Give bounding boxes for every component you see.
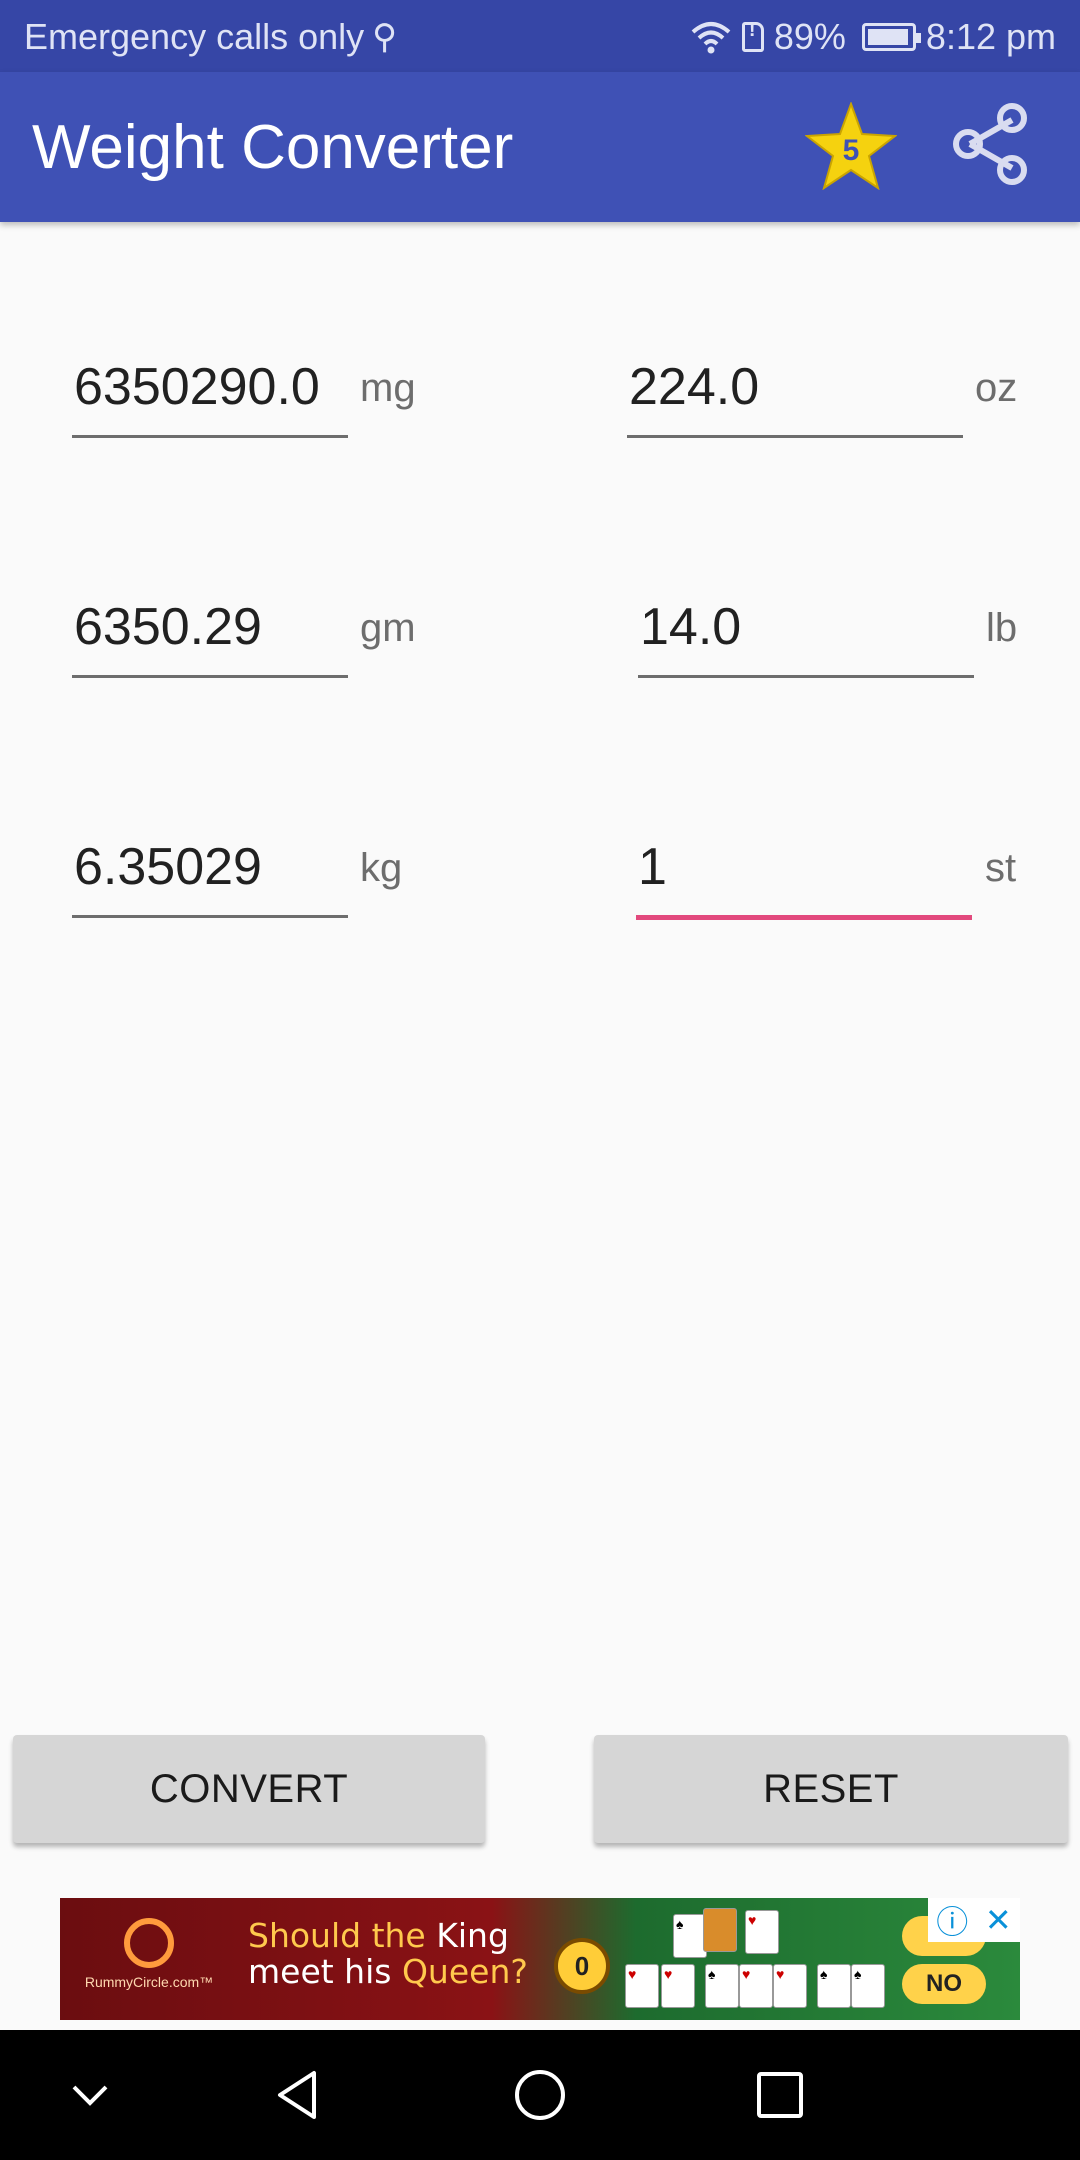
usb-icon: ⚲ — [372, 18, 398, 56]
gm-underline — [72, 675, 348, 678]
ad-headline-line2: meet his Queen? — [248, 1954, 528, 1990]
ad-line1-b: King — [436, 1916, 509, 1955]
app-bar: Weight Converter 5 — [0, 72, 1080, 222]
mg-unit-label: mg — [360, 366, 416, 410]
star-rate-icon[interactable]: 5 — [805, 102, 897, 190]
ad-card-icon: ♠ — [851, 1964, 885, 2008]
ad-card-icon: ♥ — [625, 1964, 659, 2008]
wifi-icon — [691, 22, 731, 54]
oz-input[interactable] — [627, 352, 963, 422]
ad-banner[interactable]: RummyCircle.com™ Should the King meet hi… — [60, 1898, 1020, 2020]
status-right: 89% 8:12 pm — [690, 16, 1056, 58]
ad-chip-icon: 0 — [554, 1938, 610, 1994]
st-underline-focused — [636, 915, 972, 920]
ad-info-close[interactable]: ⓘ ✕ — [928, 1898, 1020, 1942]
ad-brand-logo: RummyCircle.com™ — [74, 1918, 224, 1990]
ad-line2-b: Queen? — [401, 1952, 528, 1991]
status-left: Emergency calls only ⚲ — [24, 16, 397, 58]
lb-unit-label: lb — [986, 606, 1018, 650]
st-unit-label: st — [985, 846, 1017, 890]
battery-percent: 89% — [773, 16, 846, 57]
ad-card-icon: ♥ — [745, 1910, 779, 1954]
ad-card-icon: ♠ — [673, 1914, 707, 1958]
back-icon[interactable] — [270, 2065, 330, 2125]
ad-card-icon: ♠ — [705, 1964, 739, 2008]
ad-brand-text: RummyCircle.com™ — [84, 1974, 214, 1990]
gm-field — [72, 592, 348, 678]
navigation-bar — [0, 2030, 1080, 2160]
mg-input[interactable] — [72, 352, 348, 422]
oz-underline — [627, 435, 963, 438]
ad-no-button[interactable]: NO — [902, 1964, 986, 2004]
kg-unit-label: kg — [360, 846, 403, 890]
ad-card-icon: ♥ — [661, 1964, 695, 2008]
kg-input[interactable] — [72, 832, 348, 902]
ad-close-icon[interactable]: ✕ — [985, 1901, 1012, 1939]
ad-card-icon: ♠ — [817, 1964, 851, 2008]
oz-field — [627, 352, 963, 438]
convert-button[interactable]: CONVERT — [13, 1735, 485, 1843]
st-input[interactable] — [636, 832, 972, 902]
ad-card-icon — [703, 1908, 737, 1952]
rating-badge-text: 5 — [843, 134, 860, 167]
reset-button[interactable]: RESET — [594, 1735, 1068, 1843]
lb-input[interactable] — [638, 592, 974, 662]
share-icon[interactable] — [950, 102, 1034, 186]
oz-unit-label: oz — [975, 366, 1018, 410]
ad-line2-a: meet his — [248, 1952, 402, 1991]
sim-alert-icon — [741, 19, 764, 52]
ad-line1-a: Should the — [248, 1916, 437, 1955]
ad-info-icon[interactable]: ⓘ — [936, 1898, 968, 1943]
status-bar: Emergency calls only ⚲ 89% 8:12 pm — [0, 0, 1080, 72]
ad-headline: Should the King meet his Queen? — [248, 1918, 528, 1990]
st-field — [636, 832, 972, 920]
kg-field — [72, 832, 348, 918]
clock: 8:12 pm — [925, 16, 1056, 57]
battery-charging-icon — [861, 23, 921, 51]
app-title: Weight Converter — [32, 113, 514, 182]
ad-headline-line1: Should the King — [248, 1918, 528, 1954]
lb-underline — [638, 675, 974, 678]
gm-unit-label: gm — [360, 606, 416, 650]
ad-card-icon: ♥ — [773, 1964, 807, 2008]
collapse-chevron-icon[interactable] — [60, 2065, 120, 2125]
gm-input[interactable] — [72, 592, 348, 662]
kg-underline — [72, 915, 348, 918]
ad-logo-ring-icon — [124, 1918, 174, 1968]
recents-icon[interactable] — [750, 2065, 810, 2125]
mg-field — [72, 352, 348, 438]
carrier-text: Emergency calls only — [24, 16, 365, 57]
lb-field — [638, 592, 974, 678]
home-icon[interactable] — [510, 2065, 570, 2125]
mg-underline — [72, 435, 348, 438]
ad-card-icon: ♥ — [739, 1964, 773, 2008]
